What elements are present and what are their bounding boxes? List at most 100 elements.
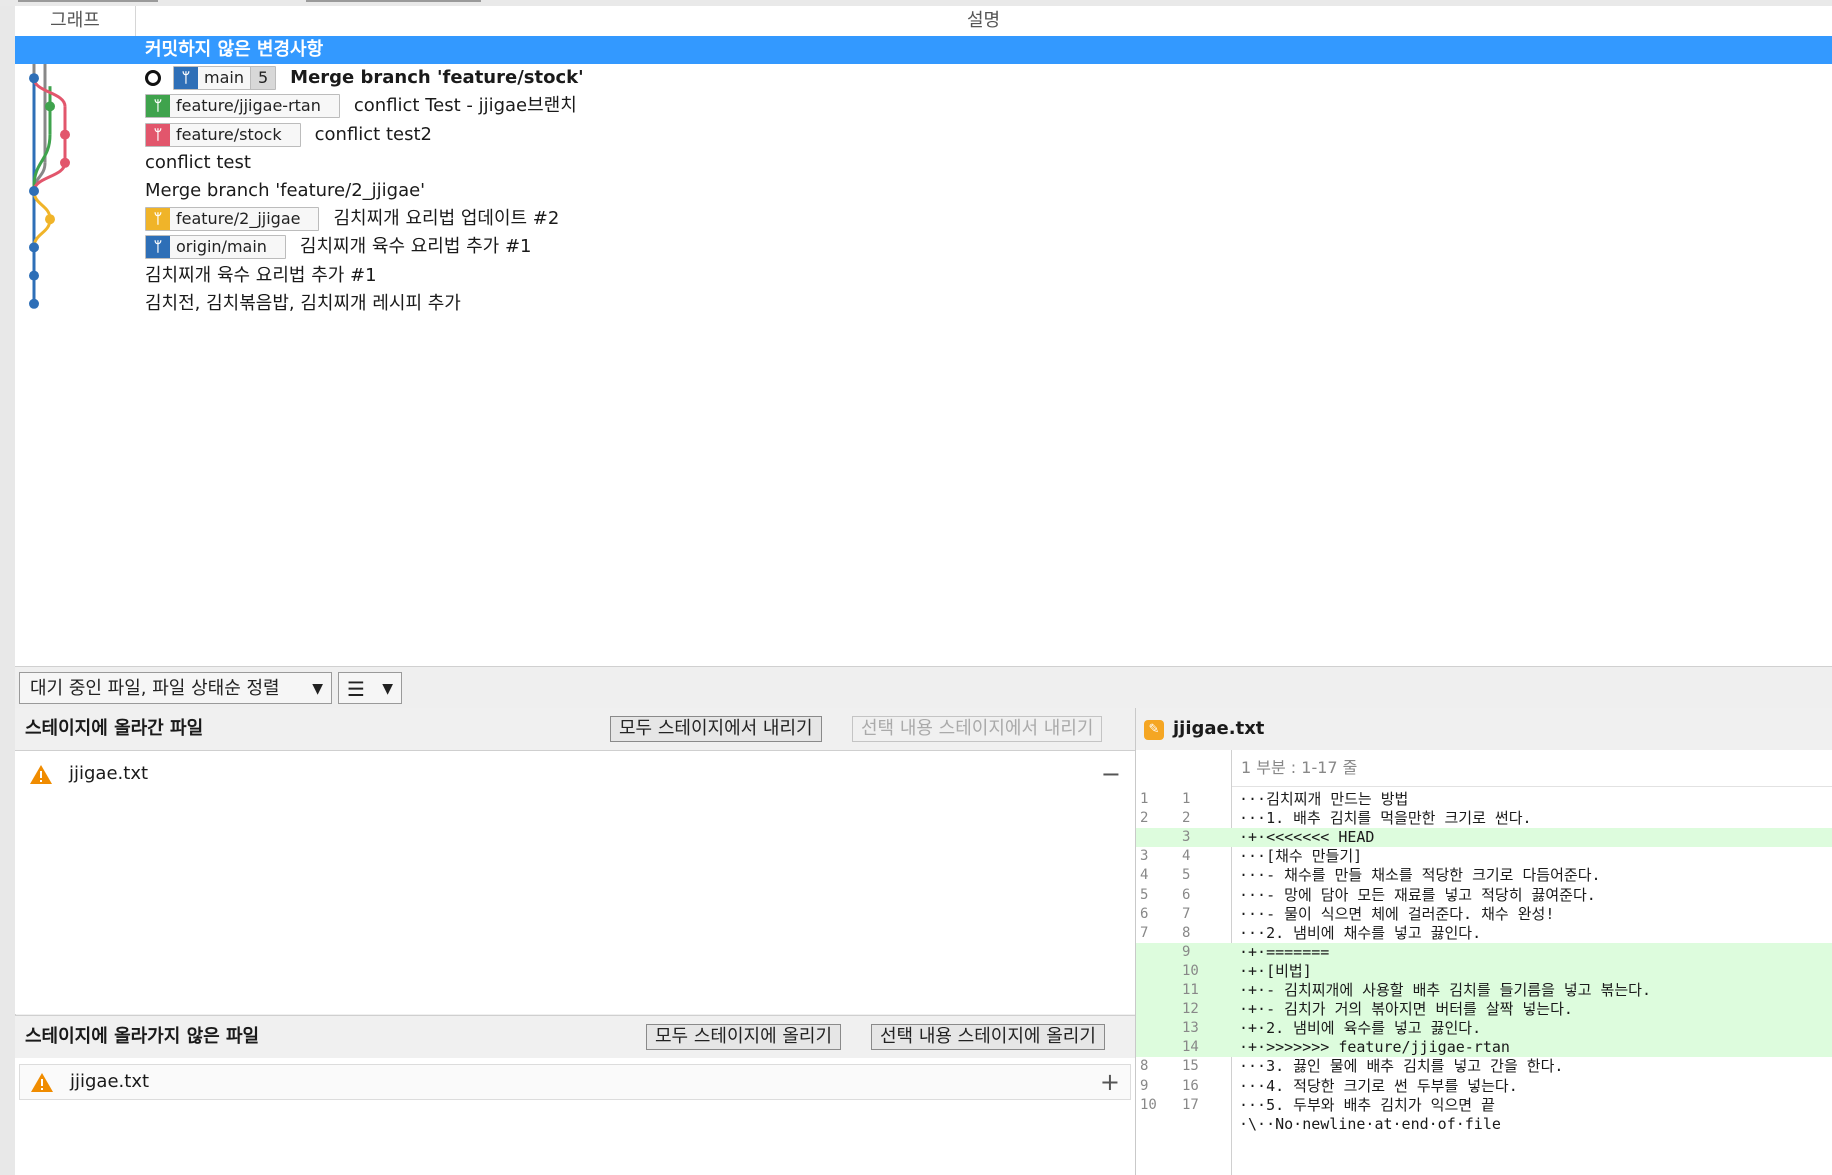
branch-label: feature/2_jjigae: [176, 209, 301, 229]
view-mode-dropdown[interactable]: ☰ ▼: [338, 672, 402, 704]
description-column-header[interactable]: 설명: [135, 6, 1832, 36]
commit-row[interactable]: 김치찌개 육수 요리법 추가 #1: [15, 262, 1832, 290]
file-toolbar: 대기 중인 파일, 파일 상태순 정렬 ▼ ☰ ▼: [15, 666, 1832, 710]
new-line-number: 11: [1182, 982, 1199, 998]
diff-line-text: ···- 채수를 만들 채소를 적당한 크기로 다듬어준다.: [1239, 866, 1601, 885]
commit-row[interactable]: ᛘ origin/main 김치찌개 육수 요리법 추가 #1: [15, 233, 1832, 261]
diff-context-line[interactable]: 1 1 ···김치찌개 만드는 방법: [1136, 790, 1832, 809]
commit-row[interactable]: 커밋하지 않은 변경사항: [15, 36, 1832, 64]
commit-row-content: Merge branch 'feature/2_jjigae': [145, 177, 425, 205]
warning-icon: [31, 1073, 53, 1092]
diff-added-line[interactable]: 10 ·+·[비법]: [1136, 961, 1832, 981]
branch-badge[interactable]: ᛘ feature/stock: [145, 122, 301, 147]
old-line-number: 8: [1140, 1058, 1149, 1075]
diff-added-line[interactable]: 3 ·+·<<<<<<< HEAD: [1136, 828, 1832, 848]
new-line-number: 3: [1182, 829, 1191, 846]
new-line-number: 14: [1182, 1039, 1199, 1056]
diff-context-line[interactable]: ·\··No·newline·at·end·of·file: [1136, 1115, 1832, 1134]
diff-context-line[interactable]: 5 6 ···- 망에 담아 모든 재료를 넣고 적당히 끓여준다.: [1136, 886, 1832, 905]
unstaged-file-row[interactable]: jjigae.txt +: [19, 1064, 1131, 1100]
diff-added-line[interactable]: 12 ·+·- 김치가 거의 볶아지면 버터를 살짝 넣는다.: [1136, 1000, 1832, 1020]
branch-badge[interactable]: ᛘ feature/jjigae-rtan: [145, 94, 340, 119]
branch-icon: ᛘ: [146, 236, 170, 259]
list-icon: ☰: [347, 677, 365, 701]
branch-label: feature/jjigae-rtan: [176, 96, 321, 116]
branch-icon: ᛘ: [146, 95, 170, 118]
diff-context-line[interactable]: 4 5 ···- 채수를 만들 채소를 적당한 크기로 다듬어준다.: [1136, 866, 1832, 885]
stage-selected-button[interactable]: 선택 내용 스테이지에 올리기: [871, 1024, 1105, 1050]
stage-all-button[interactable]: 모두 스테이지에 올리기: [646, 1024, 842, 1050]
hunk-header: 1 부분 : 1-17 줄: [1136, 750, 1832, 787]
diff-context-line[interactable]: 2 2 ···1. 배추 김치를 먹을만한 크기로 썬다.: [1136, 809, 1832, 828]
commit-row[interactable]: Merge branch 'feature/2_jjigae': [15, 177, 1832, 205]
chevron-down-icon: ▼: [382, 681, 393, 697]
diff-line-text: ···2. 냄비에 채수를 넣고 끓인다.: [1239, 923, 1482, 942]
commit-row-content: 커밋하지 않은 변경사항: [145, 36, 323, 64]
diff-context-line[interactable]: 8 15 ···3. 끓인 물에 배추 김치를 넣고 간을 한다.: [1136, 1057, 1832, 1076]
old-line-number: 9: [1140, 1077, 1149, 1094]
commit-row[interactable]: ᛘ main 5 Merge branch 'feature/stock': [15, 64, 1832, 92]
diff-added-line[interactable]: 14 ·+·>>>>>>> feature/jjigae-rtan: [1136, 1038, 1832, 1058]
branch-badge[interactable]: ᛘ feature/2_jjigae: [145, 207, 320, 232]
staged-files-title: 스테이지에 올라간 파일: [25, 718, 204, 739]
commit-message: 커밋하지 않은 변경사항: [145, 39, 324, 60]
new-line-number: 17: [1182, 1096, 1199, 1113]
diff-filename: jjigae.txt: [1173, 718, 1265, 739]
diff-line-text: ···1. 배추 김치를 먹을만한 크기로 썬다.: [1239, 809, 1532, 828]
commit-message: Merge branch 'feature/2_jjigae': [145, 180, 426, 201]
new-line-number: 1: [1182, 791, 1191, 807]
diff-added-line[interactable]: 9 ·+·=======: [1136, 942, 1832, 962]
commit-row[interactable]: ᛘ feature/stock conflict test2: [15, 121, 1832, 149]
diff-context-line[interactable]: 10 17 ···5. 두부와 배추 김치가 익으면 끝: [1136, 1096, 1832, 1115]
commit-message: Merge branch 'feature/stock': [290, 67, 584, 89]
sort-dropdown[interactable]: 대기 중인 파일, 파일 상태순 정렬 ▼: [19, 672, 332, 704]
diff-context-line[interactable]: 6 7 ···- 물이 식으면 체에 걸러준다. 채수 완성!: [1136, 905, 1832, 924]
left-sidebar-edge: [0, 6, 16, 1175]
old-line-number: 3: [1140, 848, 1149, 865]
diff-added-line[interactable]: 11 ·+·- 김치찌개에 사용할 배추 김치를 들기름을 넣고 볶는다.: [1136, 981, 1832, 1000]
branch-badge[interactable]: ᛘ origin/main: [145, 235, 286, 260]
graph-column-header[interactable]: 그래프: [15, 6, 136, 36]
diff-context-line[interactable]: 3 4 ···[채수 만들기]: [1136, 847, 1832, 866]
chevron-down-icon: ▼: [312, 681, 323, 697]
new-line-number: 10: [1182, 962, 1199, 979]
unstage-all-button[interactable]: 모두 스테이지에서 내리기: [610, 716, 822, 742]
diff-context-line[interactable]: 7 8 ···2. 냄비에 채수를 넣고 끓인다.: [1136, 924, 1832, 943]
new-line-number: 5: [1182, 867, 1191, 884]
tab-indicator[interactable]: [18, 0, 158, 2]
old-line-number: 5: [1140, 886, 1149, 903]
diff-line-text: ·+·[비법]: [1239, 961, 1312, 980]
hunk-gutter: [1136, 750, 1232, 786]
diff-context-line[interactable]: 9 16 ···4. 적당한 크기로 썬 두부를 넣는다.: [1136, 1077, 1832, 1096]
commit-row[interactable]: ᛘ feature/2_jjigae 김치찌개 요리법 업데이트 #2: [15, 205, 1832, 233]
unstage-file-button[interactable]: −: [1101, 757, 1121, 791]
commit-row[interactable]: 김치전, 김치볶음밥, 김치찌개 레시피 추가: [15, 290, 1832, 318]
old-line-number: 6: [1140, 905, 1149, 922]
old-line-number: 2: [1140, 810, 1149, 827]
diff-line-text: ···- 물이 식으면 체에 걸러준다. 채수 완성!: [1239, 904, 1555, 923]
new-line-number: 15: [1182, 1058, 1199, 1075]
unstage-selected-button[interactable]: 선택 내용 스테이지에서 내리기: [852, 716, 1103, 742]
commit-row-content: ᛘ feature/stock conflict test2: [145, 121, 432, 149]
staged-files-header: 스테이지에 올라간 파일 모두 스테이지에서 내리기 선택 내용 스테이지에서 …: [15, 708, 1135, 751]
commit-row[interactable]: ᛘ feature/jjigae-rtan conflict Test - jjig…: [15, 92, 1832, 120]
staged-file-row[interactable]: jjigae.txt −: [19, 757, 1131, 791]
old-line-number: 4: [1140, 867, 1149, 884]
branch-icon: ᛘ: [174, 67, 198, 90]
commit-message: 김치찌개 육수 요리법 추가 #1: [145, 264, 377, 286]
new-line-number: 8: [1182, 924, 1191, 941]
new-line-number: 7: [1182, 905, 1191, 922]
stage-file-button[interactable]: +: [1100, 1065, 1120, 1099]
new-line-number: 4: [1182, 848, 1191, 865]
commit-row-content: ᛘ feature/2_jjigae 김치찌개 요리법 업데이트 #2: [145, 205, 559, 233]
commit-row[interactable]: conflict test: [15, 149, 1832, 177]
diff-line-text: ·+·<<<<<<< HEAD: [1239, 828, 1375, 847]
old-line-number: 7: [1140, 924, 1149, 941]
tab-indicator[interactable]: [306, 0, 481, 2]
diff-added-line[interactable]: 13 ·+·2. 냄비에 육수를 넣고 끓인다.: [1136, 1019, 1832, 1039]
branch-badge[interactable]: ᛘ main 5: [173, 66, 277, 91]
commit-message: 김치전, 김치볶음밥, 김치찌개 레시피 추가: [145, 292, 461, 314]
commit-row-content: 김치전, 김치볶음밥, 김치찌개 레시피 추가: [145, 290, 461, 318]
unstaged-files-title: 스테이지에 올라가지 않은 파일: [25, 1026, 260, 1047]
diff-line-text: ···김치찌개 만드는 방법: [1239, 790, 1409, 808]
